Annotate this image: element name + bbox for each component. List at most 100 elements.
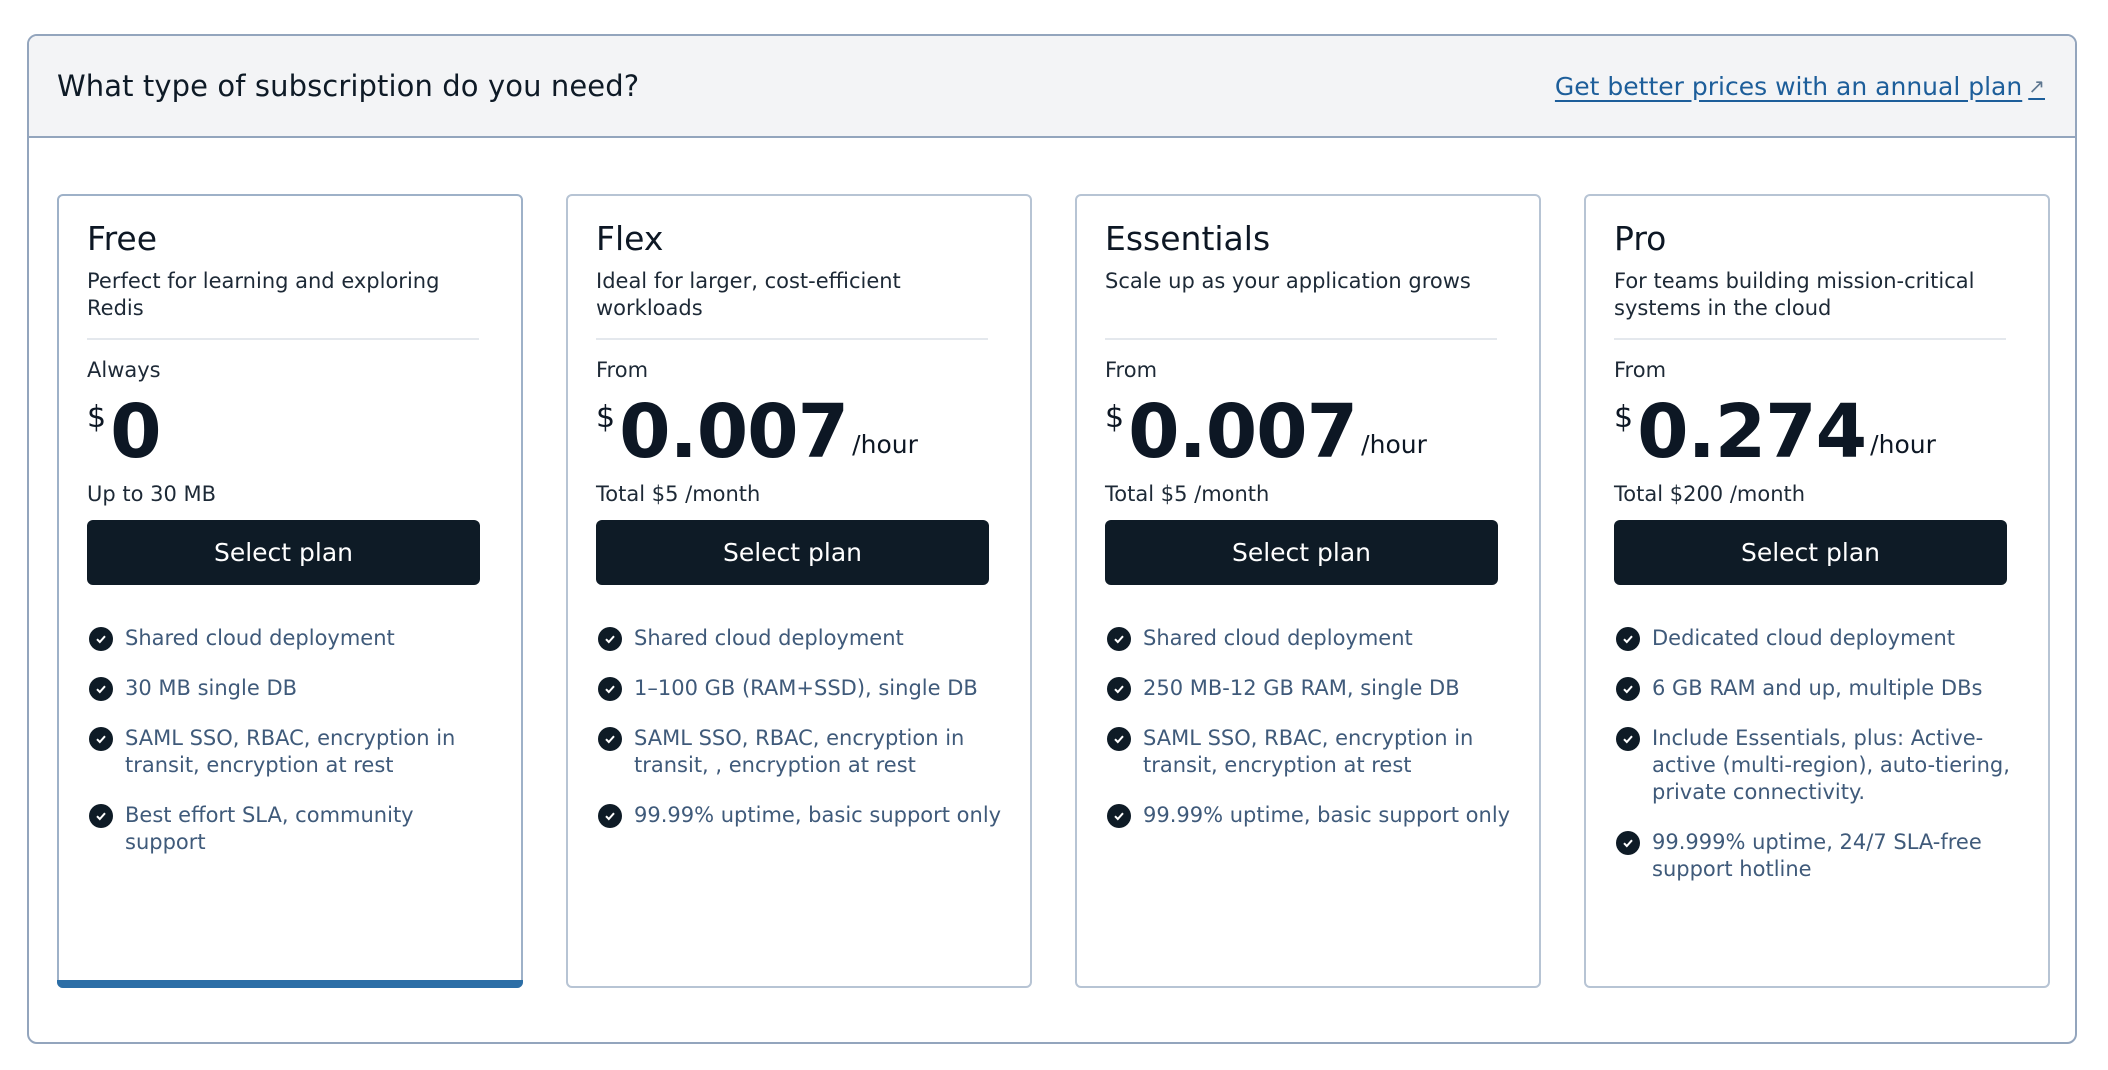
check-icon: [89, 804, 113, 828]
check-icon: [1107, 627, 1131, 651]
select-plan-button[interactable]: Select plan: [596, 520, 989, 585]
price-unit: /hour: [852, 430, 918, 459]
annual-plan-link-label[interactable]: Get better prices with an annual plan: [1555, 72, 2022, 101]
plan-description: Scale up as your application grows: [1105, 269, 1471, 293]
price-unit: /hour: [1870, 430, 1936, 459]
price-amount: 0.007: [1128, 389, 1358, 475]
feature-text: Shared cloud deployment: [1143, 626, 1413, 650]
feature-item: Best effort SLA, community support: [87, 802, 493, 856]
price-prefix: From: [1105, 358, 1158, 382]
price-unit: /hour: [1361, 430, 1427, 459]
price-currency: $: [87, 400, 107, 435]
price-currency: $: [1614, 400, 1634, 435]
annual-plan-link[interactable]: Get better prices with an annual plan ↗: [1555, 72, 2045, 101]
price: $ 0: [87, 390, 493, 476]
price: $ 0.274 /hour: [1614, 390, 2020, 476]
feature-text: Include Essentials, plus: Active-active …: [1652, 726, 2010, 804]
feature-text: Dedicated cloud deployment: [1652, 626, 1955, 650]
feature-list: Shared cloud deployment 30 MB single DB …: [87, 625, 493, 856]
check-icon: [1616, 627, 1640, 651]
feature-text: 1–100 GB (RAM+SSD), single DB: [634, 676, 978, 700]
feature-list: Dedicated cloud deployment 6 GB RAM and …: [1614, 625, 2020, 883]
price-note: Up to 30 MB: [87, 482, 217, 506]
plan-description: Ideal for larger, cost-efficient workloa…: [596, 269, 901, 320]
plan-card-flex[interactable]: Flex Ideal for larger, cost-efficient wo…: [566, 194, 1032, 988]
feature-list: Shared cloud deployment 1–100 GB (RAM+SS…: [596, 625, 1002, 829]
feature-text: Shared cloud deployment: [125, 626, 395, 650]
check-icon: [89, 627, 113, 651]
feature-item: Shared cloud deployment: [1105, 625, 1511, 652]
check-icon: [1616, 831, 1640, 855]
divider: [1614, 338, 2006, 340]
feature-text: 30 MB single DB: [125, 676, 298, 700]
price-currency: $: [596, 400, 616, 435]
plan-description: For teams building mission-critical syst…: [1614, 269, 1975, 320]
plan-card-essentials[interactable]: Essentials Scale up as your application …: [1075, 194, 1541, 988]
plan-description: Perfect for learning and exploring Redis: [87, 269, 440, 320]
plan-card-pro[interactable]: Pro For teams building mission-critical …: [1584, 194, 2050, 988]
plan-name: Pro: [1614, 219, 1667, 258]
plan-name: Free: [87, 219, 158, 258]
check-icon: [598, 677, 622, 701]
plan-card-free[interactable]: Free Perfect for learning and exploring …: [57, 194, 523, 988]
divider: [596, 338, 988, 340]
subscription-panel: What type of subscription do you need? G…: [27, 34, 2077, 1044]
feature-text: 250 MB-12 GB RAM, single DB: [1143, 676, 1460, 700]
price-prefix: Always: [87, 358, 161, 382]
price-prefix: From: [1614, 358, 1667, 382]
select-plan-button[interactable]: Select plan: [1614, 520, 2007, 585]
check-icon: [89, 677, 113, 701]
price-amount: 0: [110, 389, 161, 475]
plan-cards: Free Perfect for learning and exploring …: [57, 194, 2050, 988]
feature-text: Best effort SLA, community support: [125, 803, 414, 854]
price-note: Total $200 /month: [1614, 482, 1806, 506]
external-link-icon: ↗: [2028, 74, 2045, 98]
price-amount: 0.274: [1637, 389, 1867, 475]
feature-item: SAML SSO, RBAC, encryption in transit, ,…: [596, 725, 1002, 779]
price-note: Total $5 /month: [596, 482, 761, 506]
feature-item: Dedicated cloud deployment: [1614, 625, 2020, 652]
check-icon: [89, 727, 113, 751]
price: $ 0.007 /hour: [1105, 390, 1511, 476]
plan-name: Flex: [596, 219, 664, 258]
price: $ 0.007 /hour: [596, 390, 1002, 476]
selected-indicator: [57, 980, 523, 988]
plan-name: Essentials: [1105, 219, 1271, 258]
select-plan-button[interactable]: Select plan: [1105, 520, 1498, 585]
price-prefix: From: [596, 358, 649, 382]
check-icon: [1616, 677, 1640, 701]
check-icon: [598, 804, 622, 828]
feature-text: SAML SSO, RBAC, encryption in transit, e…: [125, 726, 456, 777]
check-icon: [598, 727, 622, 751]
feature-text: SAML SSO, RBAC, encryption in transit, ,…: [634, 726, 965, 777]
check-icon: [598, 627, 622, 651]
feature-item: 99.99% uptime, basic support only: [1105, 802, 1511, 829]
feature-item: SAML SSO, RBAC, encryption in transit, e…: [87, 725, 493, 779]
feature-text: 99.999% uptime, 24/7 SLA-free support ho…: [1652, 830, 1982, 881]
feature-item: 6 GB RAM and up, multiple DBs: [1614, 675, 2020, 702]
check-icon: [1107, 677, 1131, 701]
panel-header: What type of subscription do you need? G…: [29, 36, 2075, 138]
feature-item: 99.99% uptime, basic support only: [596, 802, 1002, 829]
feature-item: 30 MB single DB: [87, 675, 493, 702]
price-note: Total $5 /month: [1105, 482, 1270, 506]
feature-list: Shared cloud deployment 250 MB-12 GB RAM…: [1105, 625, 1511, 829]
check-icon: [1107, 727, 1131, 751]
feature-item: Shared cloud deployment: [87, 625, 493, 652]
feature-item: 1–100 GB (RAM+SSD), single DB: [596, 675, 1002, 702]
page-title: What type of subscription do you need?: [57, 69, 640, 103]
feature-item: 99.999% uptime, 24/7 SLA-free support ho…: [1614, 829, 2020, 883]
price-currency: $: [1105, 400, 1125, 435]
feature-text: SAML SSO, RBAC, encryption in transit, e…: [1143, 726, 1474, 777]
divider: [1105, 338, 1497, 340]
feature-item: SAML SSO, RBAC, encryption in transit, e…: [1105, 725, 1511, 779]
check-icon: [1616, 727, 1640, 751]
feature-text: Shared cloud deployment: [634, 626, 904, 650]
feature-text: 99.99% uptime, basic support only: [634, 803, 1002, 827]
feature-item: 250 MB-12 GB RAM, single DB: [1105, 675, 1511, 702]
feature-item: Include Essentials, plus: Active-active …: [1614, 725, 2020, 806]
select-plan-button[interactable]: Select plan: [87, 520, 480, 585]
feature-text: 6 GB RAM and up, multiple DBs: [1652, 676, 1983, 700]
feature-text: 99.99% uptime, basic support only: [1143, 803, 1511, 827]
price-amount: 0.007: [619, 389, 849, 475]
